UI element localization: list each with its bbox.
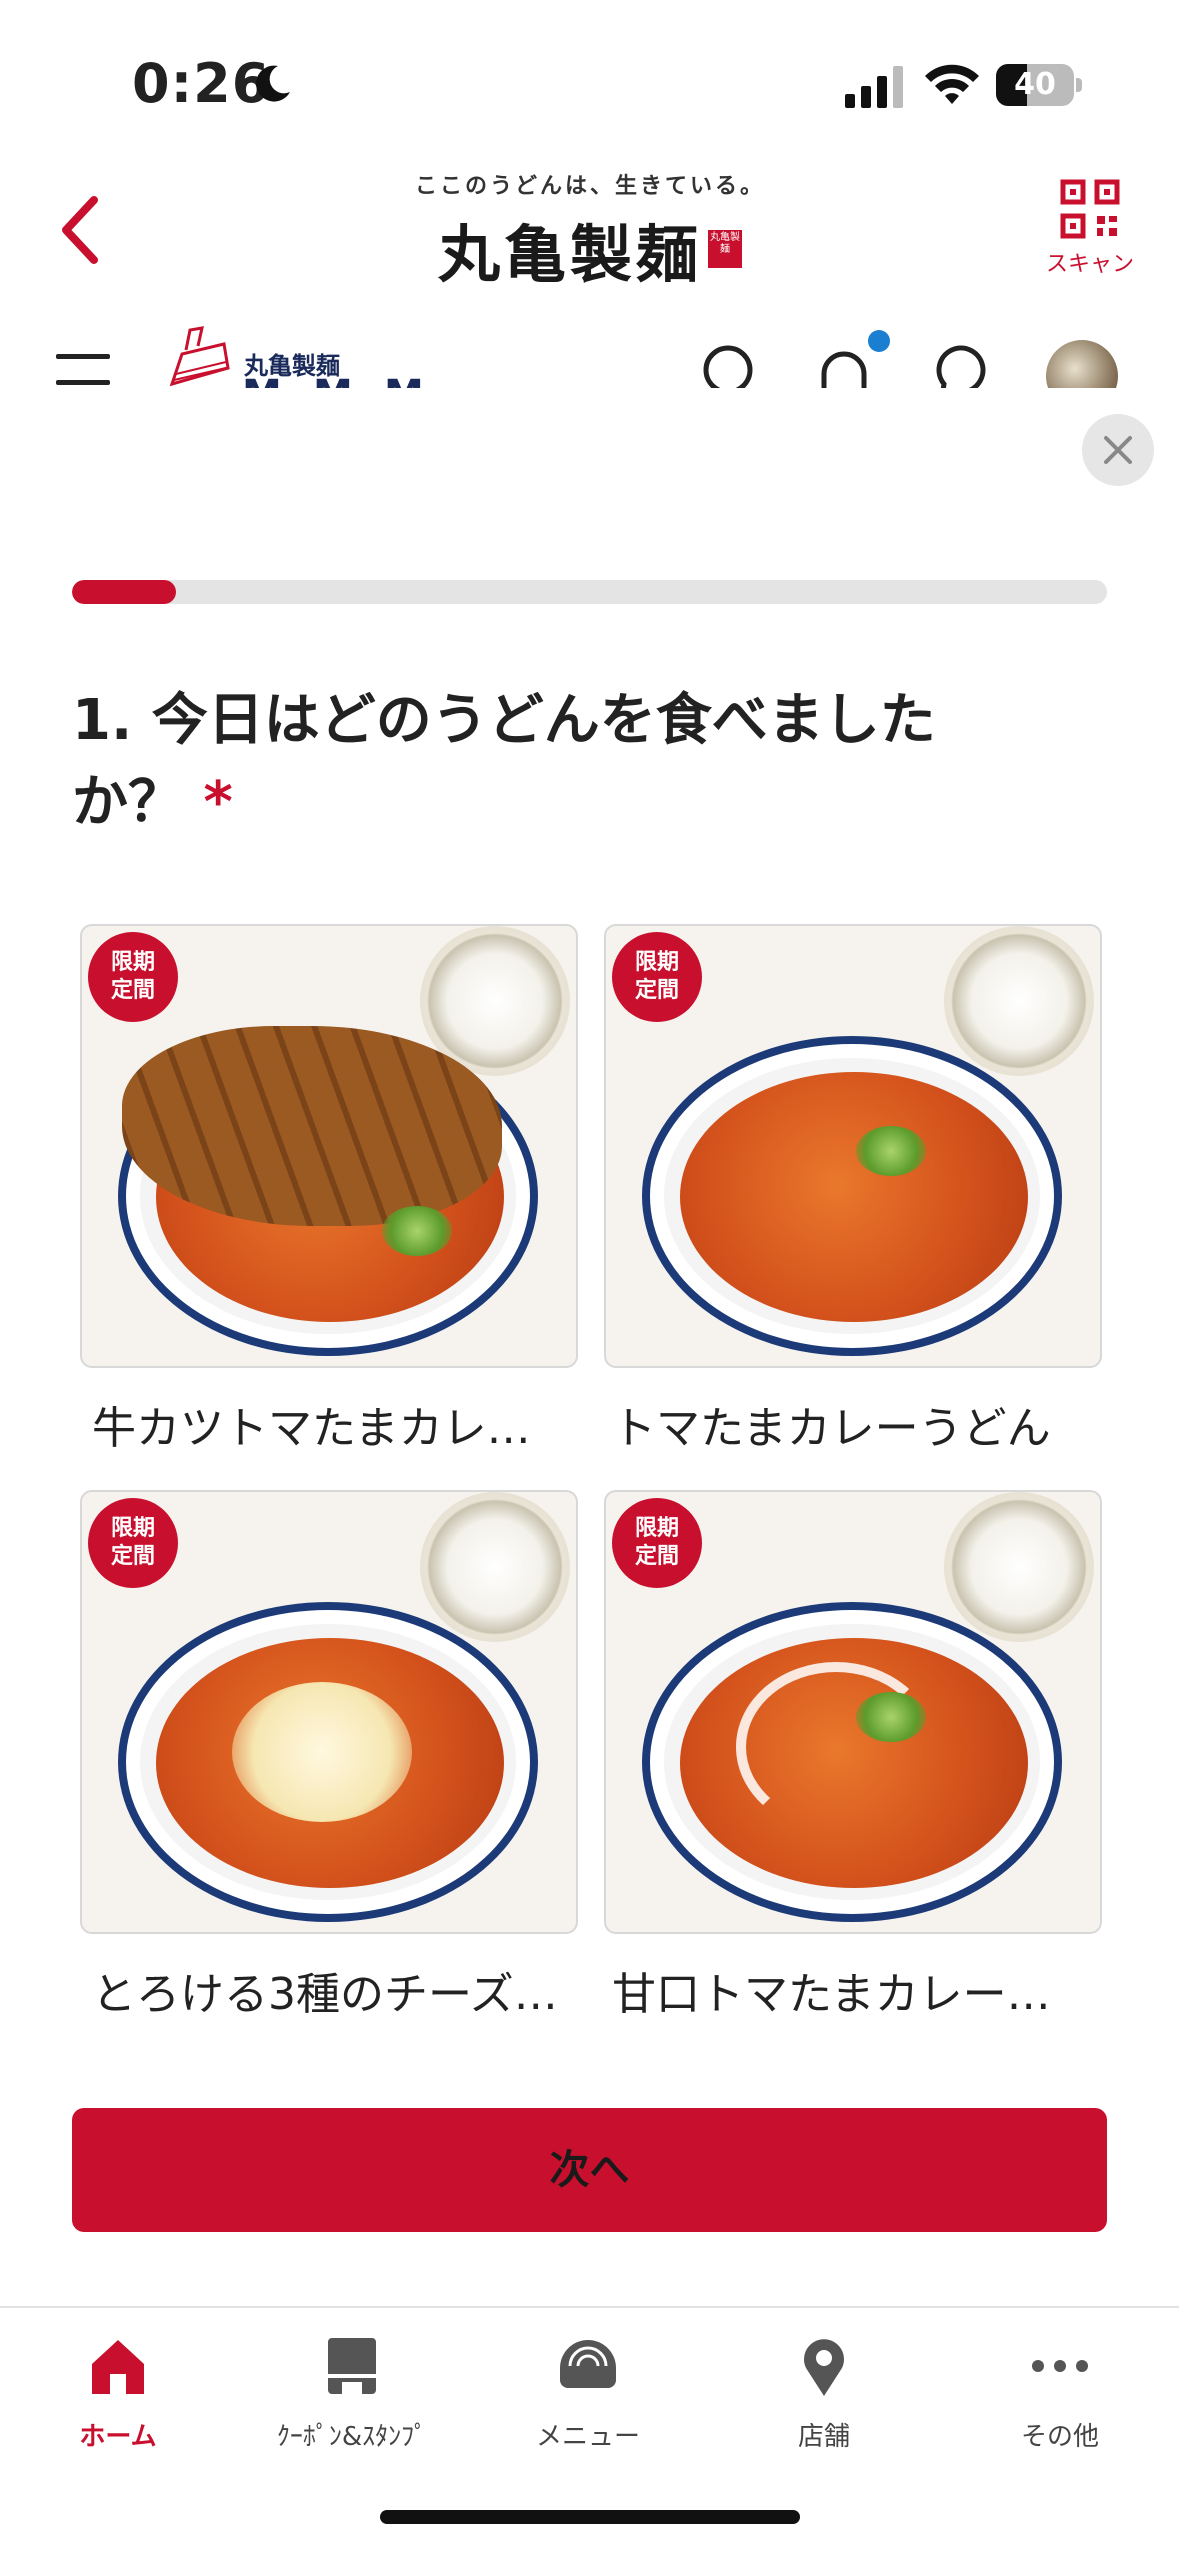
- logo-tagline: ここのうどんは、生きている。: [414, 174, 765, 199]
- scallion-garnish-image: [382, 1206, 452, 1256]
- back-chevron-icon[interactable]: [52, 190, 112, 270]
- udon-option-image[interactable]: 限期 定間: [604, 924, 1102, 1368]
- curry-image: [680, 1072, 1028, 1322]
- mm-logo-wordmark: M·M·M·: [242, 372, 455, 388]
- close-button[interactable]: [1082, 414, 1154, 486]
- brand-logo: ここのうどんは、生きている。 丸亀製麺 丸亀製麺: [400, 168, 780, 291]
- qr-scan-button[interactable]: スキャン: [1040, 178, 1140, 278]
- beef-cutlet-image: [122, 1026, 502, 1226]
- hamburger-menu-icon[interactable]: [56, 354, 110, 388]
- home-icon: [92, 2340, 144, 2394]
- battery-icon: 40: [996, 64, 1082, 106]
- limited-time-badge: 限期 定間: [612, 1498, 702, 1588]
- status-bar: 0:26 40: [0, 0, 1179, 170]
- cheese-topping-image: [232, 1682, 412, 1822]
- search-icon[interactable]: [700, 342, 760, 388]
- tab-more[interactable]: その他: [960, 2308, 1160, 2458]
- udon-option-label: トマたまカレーうどん: [612, 1403, 1051, 1454]
- udon-option-image[interactable]: 限期 定間: [604, 1490, 1102, 1934]
- notification-dot: [868, 330, 890, 352]
- limited-time-badge: 限期 定間: [612, 932, 702, 1022]
- secondary-nav: 丸亀製麺 M·M·M·: [0, 318, 1179, 388]
- cellular-signal-icon: [845, 66, 903, 108]
- location-pin-icon: [804, 2339, 844, 2396]
- bell-icon[interactable]: [814, 342, 874, 388]
- logo-seal: 丸亀製麺: [708, 230, 742, 268]
- battery-level: 40: [1014, 67, 1056, 102]
- more-icon: [1032, 2360, 1088, 2372]
- next-button[interactable]: 次へ: [72, 2108, 1107, 2232]
- wifi-icon: [925, 64, 979, 104]
- udon-option-label: 牛カツトマたまカレ…: [92, 1403, 531, 1454]
- tab-stores[interactable]: 店舗: [724, 2308, 924, 2458]
- qr-code-icon: [1060, 179, 1120, 239]
- moon-icon: [256, 65, 290, 102]
- udon-option-label: 甘口トマたまカレー…: [612, 1969, 1051, 2020]
- scallion-garnish-image: [856, 1692, 926, 1742]
- udon-option-image[interactable]: 限期 定間: [80, 924, 578, 1368]
- rice-bowl-image: [944, 926, 1094, 1076]
- tab-coupon[interactable]: ｸｰﾎﾟﾝ&ｽﾀﾝﾌﾟ: [252, 2308, 452, 2458]
- avatar[interactable]: [1046, 340, 1118, 388]
- rice-bowl-image: [420, 1492, 570, 1642]
- tab-stores-label: 店舗: [797, 2422, 850, 2452]
- survey-progress-fill: [72, 580, 176, 604]
- scallion-garnish-image: [856, 1126, 926, 1176]
- survey-progress-bar: [72, 580, 1107, 604]
- cream-drizzle-image: [736, 1662, 936, 1832]
- survey-question: 1. 今日はどのうどんを食べましたか？ *: [72, 680, 1012, 844]
- chat-icon[interactable]: [930, 342, 990, 388]
- tab-more-label: その他: [1020, 2422, 1099, 2452]
- logo-name: 丸亀製麺: [437, 218, 702, 291]
- home-indicator: [380, 2510, 800, 2524]
- question-text: 1. 今日はどのうどんを食べましたか？: [72, 688, 936, 835]
- limited-time-badge: 限期 定間: [88, 1498, 178, 1588]
- required-mark: *: [203, 770, 233, 835]
- mm-mascot-icon: [169, 326, 230, 387]
- udon-option-label: とろける3種のチーズ…: [92, 1969, 558, 2020]
- udon-option-image[interactable]: 限期 定間: [80, 1490, 578, 1934]
- tab-home-label: ホーム: [79, 2422, 157, 2452]
- scan-label: スキャン: [1045, 252, 1134, 277]
- mm-app-logo: 丸亀製麺 M·M·M·: [168, 324, 658, 388]
- tab-menu-label: メニュー: [535, 2422, 640, 2452]
- tab-coupon-label: ｸｰﾎﾟﾝ&ｽﾀﾝﾌﾟ: [276, 2422, 428, 2452]
- tab-home[interactable]: ホーム: [18, 2308, 218, 2458]
- coupon-icon: [328, 2338, 376, 2394]
- rice-bowl-image: [944, 1492, 1094, 1642]
- tab-menu[interactable]: メニュー: [488, 2308, 688, 2458]
- menu-bowl-icon: [560, 2340, 616, 2388]
- limited-time-badge: 限期 定間: [88, 932, 178, 1022]
